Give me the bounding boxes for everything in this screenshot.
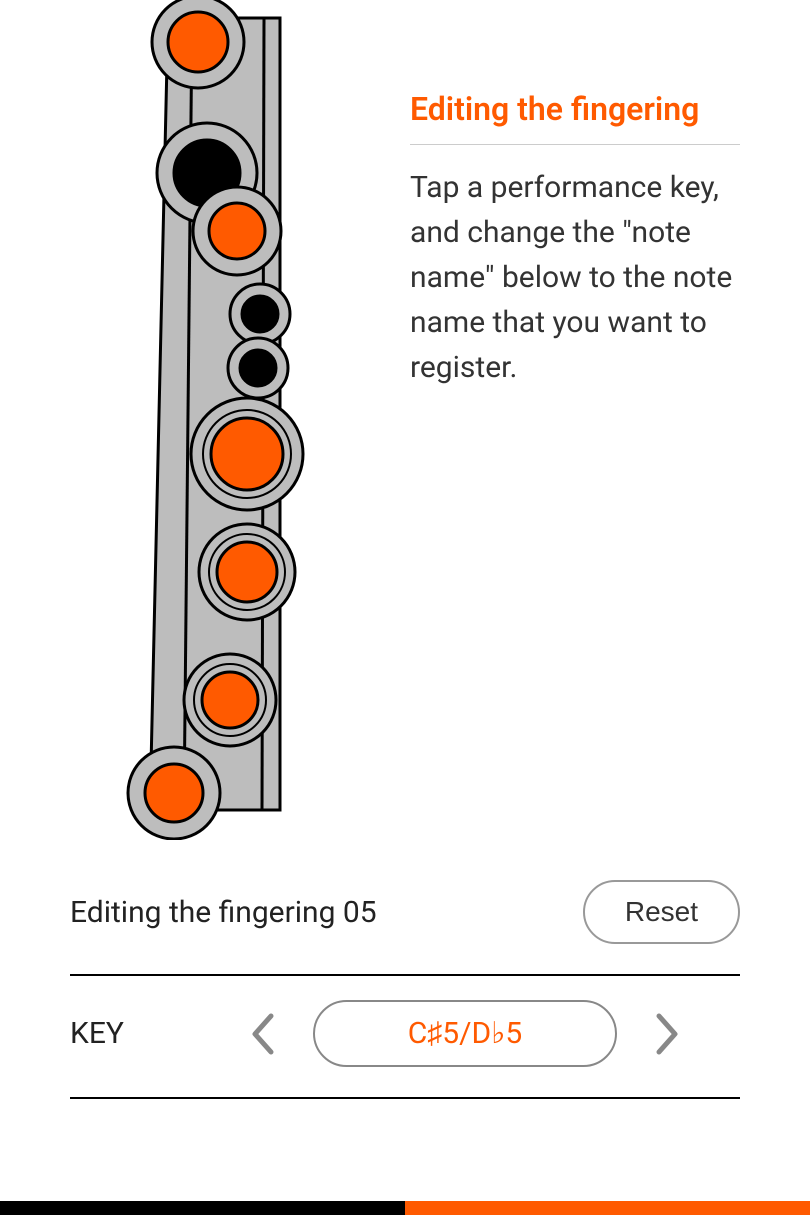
hole-6[interactable] — [191, 398, 303, 510]
hole-3[interactable] — [193, 187, 281, 275]
reset-button[interactable]: Reset — [583, 880, 740, 944]
chevron-right-icon[interactable] — [647, 1014, 687, 1054]
chevron-left-icon[interactable] — [243, 1014, 283, 1054]
hole-7[interactable] — [199, 524, 295, 620]
fingering-diagram — [0, 0, 400, 840]
editing-label: Editing the fingering 05 — [70, 895, 377, 930]
info-text: Tap a performance key, and change the "n… — [410, 165, 740, 390]
divider-2 — [70, 1097, 740, 1099]
hole-9[interactable] — [128, 747, 220, 839]
bottom-progress-bar — [0, 1201, 810, 1215]
hole-5-small[interactable] — [228, 338, 288, 398]
key-label: KEY — [70, 1016, 190, 1051]
hole-4-small[interactable] — [230, 284, 290, 344]
info-divider — [410, 144, 740, 145]
divider-1 — [70, 974, 740, 976]
hole-1[interactable] — [152, 0, 244, 88]
key-value-button[interactable]: C♯5/D♭5 — [313, 1000, 617, 1067]
hole-8[interactable] — [184, 654, 276, 746]
info-title: Editing the fingering — [410, 90, 740, 128]
